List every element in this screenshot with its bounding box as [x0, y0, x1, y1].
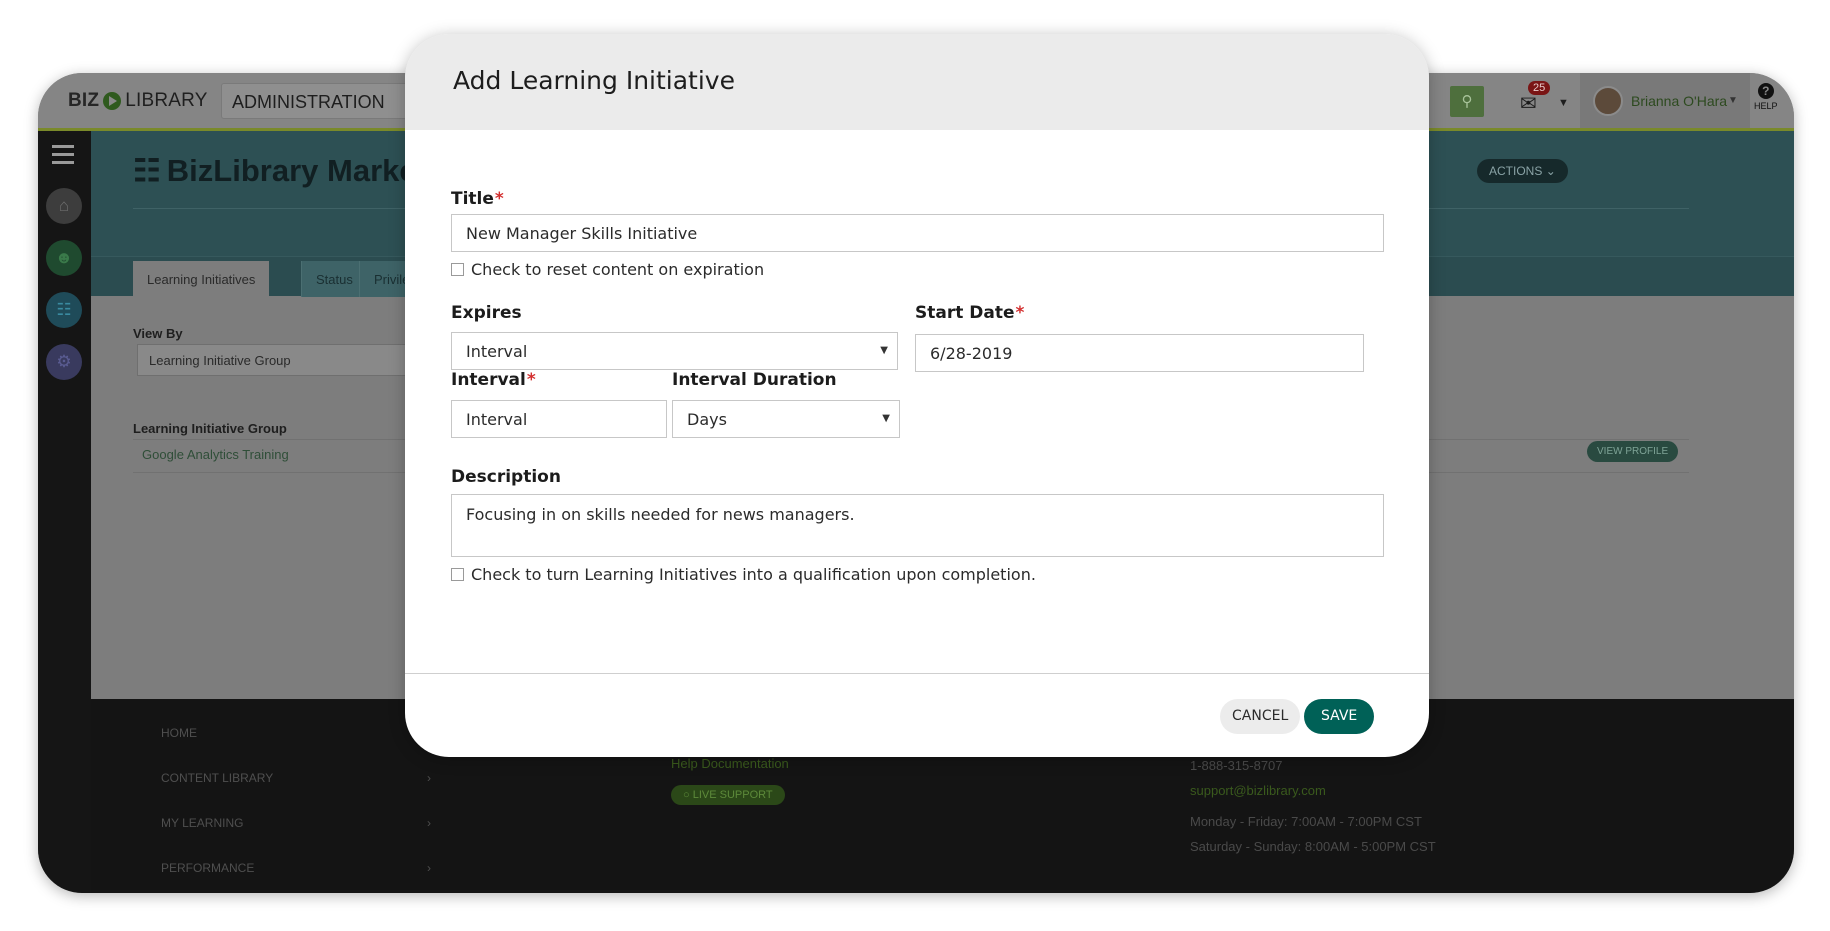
live-support-label: LIVE SUPPORT [692, 789, 773, 801]
add-learning-initiative-modal: Add Learning Initiative Title* New Manag… [405, 34, 1429, 757]
mail-count-badge: 25 [1528, 81, 1551, 95]
save-button[interactable]: SAVE [1304, 699, 1375, 734]
footer-nav-label: PERFORMANCE [161, 861, 255, 875]
qualification-checkbox-row[interactable]: Check to turn Learning Initiatives into … [451, 565, 1036, 584]
tab-learning-initiatives[interactable]: Learning Initiatives [133, 261, 270, 297]
required-mark: * [526, 370, 536, 390]
avatar[interactable] [1593, 86, 1623, 116]
footer-nav-label: CONTENT LIBRARY [161, 771, 274, 785]
footer-nav-my-learning[interactable]: MY LEARNING › [161, 813, 431, 858]
search-icon[interactable]: ⚲ [1450, 86, 1484, 117]
users-icon[interactable]: ☻ [46, 240, 82, 276]
left-sidebar: ⌂ ☻ ☷ ⚙ [38, 131, 91, 893]
help-documentation-link[interactable]: Help Documentation [671, 756, 789, 771]
actions-label: ACTIONS [1489, 164, 1543, 178]
description-label: Description [451, 467, 561, 487]
gear-icon[interactable]: ⚙ [46, 344, 82, 380]
support-email-link[interactable]: support@bizlibrary.com [1190, 778, 1436, 803]
caret-down-icon: ▼ [880, 344, 888, 356]
weekend-hours: Saturday - Sunday: 8:00AM - 5:00PM CST [1190, 839, 1436, 854]
modal-title: Add Learning Initiative [405, 34, 1429, 130]
view-profile-button[interactable]: VIEW PROFILE [1587, 441, 1679, 462]
view-by-select[interactable]: Learning Initiative Group [137, 344, 417, 376]
footer-nav: HOME CONTENT LIBRARY › MY LEARNING › PERFO… [161, 723, 431, 893]
description-textarea[interactable]: Focusing in on skills needed for news ma… [451, 494, 1384, 557]
live-support-button[interactable]: ○ LIVE SUPPORT [671, 785, 785, 805]
tab-status[interactable]: Status [301, 261, 367, 297]
contact-info: 1-888-315-8707 support@bizlibrary.com Mo… [1190, 753, 1436, 859]
footer-nav-label: HOME [161, 726, 197, 740]
mail-caret-icon[interactable]: ▼ [1558, 97, 1569, 109]
reset-content-label: Check to reset content on expiration [471, 260, 765, 279]
hamburger-icon[interactable] [52, 145, 74, 169]
required-mark: * [1015, 303, 1025, 323]
help-icon: ? [1757, 83, 1774, 99]
interval-label-text: Interval [451, 370, 526, 390]
books-icon: ☷ [133, 153, 161, 188]
footer-nav-home[interactable]: HOME [161, 723, 431, 768]
chevron-down-icon: ⌄ [1545, 164, 1556, 178]
cancel-button[interactable]: CANCEL [1220, 699, 1301, 734]
interval-duration-select[interactable]: Days ▼ [672, 400, 900, 438]
expires-select[interactable]: Interval ▼ [451, 332, 898, 370]
title-input[interactable]: New Manager Skills Initiative [451, 214, 1384, 252]
group-column-header: Learning Initiative Group [133, 421, 287, 436]
user-name[interactable]: Brianna O'Hara [1631, 93, 1727, 109]
interval-label: Interval* [451, 370, 536, 390]
bizlibrary-logo[interactable]: BIZ LIBRARY [68, 90, 208, 112]
user-caret-icon[interactable]: ▼ [1728, 95, 1738, 106]
logo-library-text: LIBRARY [125, 90, 208, 111]
chevron-right-icon: › [427, 771, 431, 785]
chevron-right-icon: › [427, 816, 431, 830]
caret-down-icon: ▼ [882, 412, 890, 424]
weekday-hours: Monday - Friday: 7:00AM - 7:00PM CST [1190, 814, 1422, 829]
qualification-checkbox[interactable] [451, 568, 464, 581]
table-row-link[interactable]: Google Analytics Training [142, 447, 289, 462]
start-date-label-text: Start Date [915, 303, 1015, 323]
footer-nav-performance[interactable]: PERFORMANCE › [161, 858, 431, 893]
interval-duration-label: Interval Duration [672, 370, 837, 390]
admin-section-select[interactable]: ADMINISTRATION [221, 83, 421, 119]
modal-footer-divider [405, 673, 1429, 674]
qualification-label: Check to turn Learning Initiatives into … [471, 565, 1036, 584]
help-label: HELP [1754, 101, 1778, 111]
footer-nav-label: MY LEARNING [161, 816, 244, 830]
reset-content-checkbox-row[interactable]: Check to reset content on expiration [451, 260, 764, 279]
chevron-right-icon: › [427, 861, 431, 875]
title-label-text: Title [451, 189, 494, 209]
expires-select-value: Interval [466, 341, 528, 361]
page-title-text: BizLibrary Marke [166, 153, 417, 188]
chat-icon: ○ [683, 789, 690, 801]
view-by-label: View By [133, 326, 183, 341]
logo-biz-text: BIZ [68, 90, 100, 111]
interval-input[interactable]: Interval [451, 400, 667, 438]
logo-play-icon [103, 92, 122, 110]
footer-nav-content-library[interactable]: CONTENT LIBRARY › [161, 768, 431, 813]
home-icon[interactable]: ⌂ [46, 188, 82, 224]
start-date-input[interactable]: 6/28-2019 [915, 334, 1364, 372]
title-label: Title* [451, 189, 504, 209]
expires-label: Expires [451, 303, 522, 323]
page-title: ☷ BizLibrary Marke [133, 153, 417, 189]
library-icon[interactable]: ☷ [46, 292, 82, 328]
actions-button[interactable]: ACTIONS ⌄ [1477, 159, 1568, 183]
reset-content-checkbox[interactable] [451, 263, 464, 276]
start-date-label: Start Date* [915, 303, 1024, 323]
help-button[interactable]: ? HELP [1754, 83, 1778, 111]
interval-duration-value: Days [687, 409, 727, 429]
required-mark: * [494, 189, 504, 209]
